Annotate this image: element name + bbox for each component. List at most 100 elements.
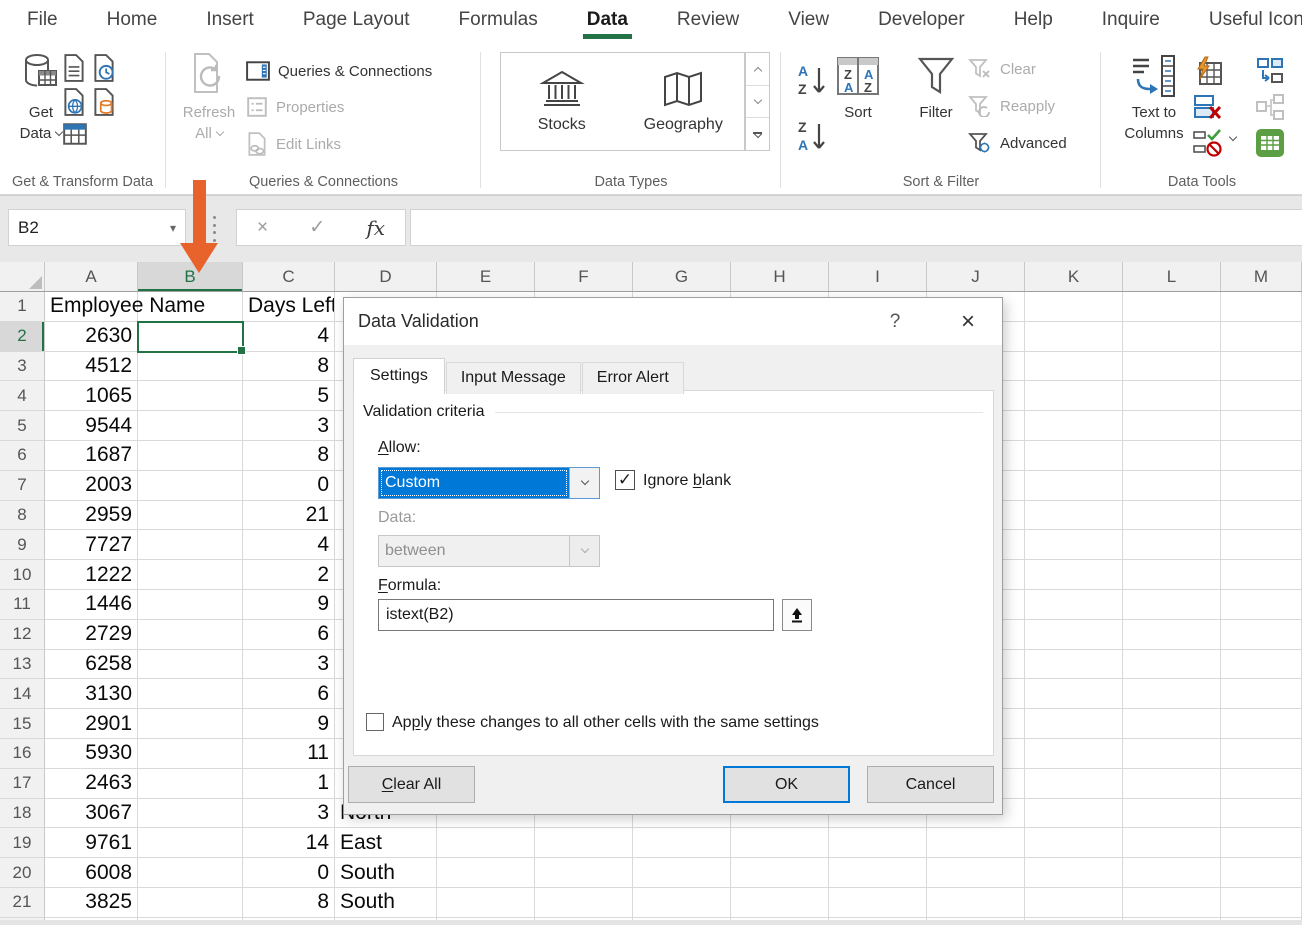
dialog-tab-settings[interactable]: Settings bbox=[353, 358, 445, 394]
cell-L14[interactable] bbox=[1123, 679, 1221, 709]
queries-connections-button[interactable]: Queries & Connections bbox=[246, 60, 432, 82]
cell-M6[interactable] bbox=[1221, 441, 1302, 471]
column-header-C[interactable]: C bbox=[243, 262, 335, 291]
row-header-10[interactable]: 10 bbox=[0, 560, 45, 590]
advanced-filter-button[interactable]: Advanced bbox=[968, 132, 1067, 154]
cell-L1[interactable] bbox=[1123, 292, 1221, 322]
row-header-5[interactable]: 5 bbox=[0, 411, 45, 441]
cell-K1[interactable] bbox=[1025, 292, 1123, 322]
cell-B3[interactable] bbox=[138, 352, 243, 382]
apply-changes-checkbox[interactable] bbox=[366, 713, 384, 731]
cell-K11[interactable] bbox=[1025, 590, 1123, 620]
cell-M21[interactable] bbox=[1221, 888, 1302, 918]
cell-K18[interactable] bbox=[1025, 799, 1123, 829]
gallery-scroll-up-button[interactable] bbox=[746, 53, 769, 86]
tab-help[interactable]: Help bbox=[1012, 7, 1055, 37]
consolidate-button[interactable] bbox=[1255, 56, 1285, 91]
cell-A18[interactable]: 3067 bbox=[45, 799, 138, 829]
cell-M12[interactable] bbox=[1221, 620, 1302, 650]
cell-K4[interactable] bbox=[1025, 381, 1123, 411]
cell-M14[interactable] bbox=[1221, 679, 1302, 709]
row-header-1[interactable]: 1 bbox=[0, 292, 45, 322]
cell-A17[interactable]: 2463 bbox=[45, 769, 138, 799]
cell-C14[interactable]: 6 bbox=[243, 679, 335, 709]
cell-L15[interactable] bbox=[1123, 709, 1221, 739]
sort-ascending-button[interactable]: AZ bbox=[797, 62, 827, 105]
ignore-blank-checkbox[interactable]: ✓ bbox=[615, 470, 635, 490]
cell-A6[interactable]: 1687 bbox=[45, 441, 138, 471]
cell-C2[interactable]: 4 bbox=[243, 322, 335, 352]
cell-C21[interactable]: 8 bbox=[243, 888, 335, 918]
cell-A16[interactable]: 5930 bbox=[45, 739, 138, 769]
insert-function-icon[interactable]: fx bbox=[366, 216, 385, 240]
cell-M10[interactable] bbox=[1221, 560, 1302, 590]
name-box-dropdown-icon[interactable]: ▾ bbox=[170, 221, 176, 235]
column-header-I[interactable]: I bbox=[829, 262, 927, 291]
cell-J20[interactable] bbox=[927, 858, 1025, 888]
cell-F21[interactable] bbox=[535, 888, 633, 918]
clear-all-button[interactable]: Clear All bbox=[348, 766, 475, 803]
cell-B5[interactable] bbox=[138, 411, 243, 441]
cell-B11[interactable] bbox=[138, 590, 243, 620]
tab-data[interactable]: Data bbox=[585, 7, 630, 37]
row-header-16[interactable]: 16 bbox=[0, 739, 45, 769]
cell-C6[interactable]: 8 bbox=[243, 441, 335, 471]
cell-C17[interactable]: 1 bbox=[243, 769, 335, 799]
cell-J21[interactable] bbox=[927, 888, 1025, 918]
cell-L4[interactable] bbox=[1123, 381, 1221, 411]
cell-C12[interactable]: 6 bbox=[243, 620, 335, 650]
cell-B15[interactable] bbox=[138, 709, 243, 739]
flash-fill-button[interactable] bbox=[1193, 56, 1223, 91]
cell-L16[interactable] bbox=[1123, 739, 1221, 769]
reapply-filter-button[interactable]: Reapply bbox=[968, 95, 1055, 117]
cell-G19[interactable] bbox=[633, 828, 731, 858]
cell-L6[interactable] bbox=[1123, 441, 1221, 471]
cell-M4[interactable] bbox=[1221, 381, 1302, 411]
cell-F20[interactable] bbox=[535, 858, 633, 888]
row-header-17[interactable]: 17 bbox=[0, 769, 45, 799]
tab-useful-icons[interactable]: Useful Icons bbox=[1207, 7, 1302, 37]
recent-sources-icon[interactable] bbox=[92, 54, 116, 87]
cell-C13[interactable]: 3 bbox=[243, 650, 335, 680]
cell-M2[interactable] bbox=[1221, 322, 1302, 352]
allow-dropdown-button[interactable] bbox=[569, 468, 599, 498]
cell-C20[interactable]: 0 bbox=[243, 858, 335, 888]
refresh-all-button[interactable]: Refresh All bbox=[178, 50, 240, 144]
cancel-entry-icon[interactable]: × bbox=[257, 217, 268, 239]
cell-B9[interactable] bbox=[138, 530, 243, 560]
remove-duplicates-button[interactable] bbox=[1193, 92, 1223, 127]
cell-A19[interactable]: 9761 bbox=[45, 828, 138, 858]
row-header-6[interactable]: 6 bbox=[0, 441, 45, 471]
relationships-button[interactable] bbox=[1255, 92, 1285, 127]
cell-C8[interactable]: 21 bbox=[243, 501, 335, 531]
geography-button[interactable]: Geography bbox=[623, 53, 745, 150]
cell-C15[interactable]: 9 bbox=[243, 709, 335, 739]
column-header-K[interactable]: K bbox=[1025, 262, 1123, 291]
cell-M7[interactable] bbox=[1221, 471, 1302, 501]
cell-K17[interactable] bbox=[1025, 769, 1123, 799]
cell-G20[interactable] bbox=[633, 858, 731, 888]
cell-K2[interactable] bbox=[1025, 322, 1123, 352]
cell-L11[interactable] bbox=[1123, 590, 1221, 620]
cell-J19[interactable] bbox=[927, 828, 1025, 858]
tab-page-layout[interactable]: Page Layout bbox=[301, 7, 412, 37]
column-header-L[interactable]: L bbox=[1123, 262, 1221, 291]
row-header-15[interactable]: 15 bbox=[0, 709, 45, 739]
column-header-H[interactable]: H bbox=[731, 262, 829, 291]
cell-A1[interactable]: Employee Name bbox=[45, 292, 138, 322]
manage-data-model-button[interactable] bbox=[1255, 128, 1285, 163]
cell-A3[interactable]: 4512 bbox=[45, 352, 138, 382]
cell-C4[interactable]: 5 bbox=[243, 381, 335, 411]
cell-M13[interactable] bbox=[1221, 650, 1302, 680]
cell-L3[interactable] bbox=[1123, 352, 1221, 382]
formula-input[interactable] bbox=[410, 209, 1302, 246]
cell-C3[interactable]: 8 bbox=[243, 352, 335, 382]
cell-B10[interactable] bbox=[138, 560, 243, 590]
sort-descending-button[interactable]: ZA bbox=[797, 118, 827, 161]
cell-L20[interactable] bbox=[1123, 858, 1221, 888]
cell-K20[interactable] bbox=[1025, 858, 1123, 888]
tab-file[interactable]: File bbox=[25, 7, 60, 37]
stocks-button[interactable]: Stocks bbox=[501, 53, 623, 150]
tab-insert[interactable]: Insert bbox=[204, 7, 256, 37]
cell-M19[interactable] bbox=[1221, 828, 1302, 858]
